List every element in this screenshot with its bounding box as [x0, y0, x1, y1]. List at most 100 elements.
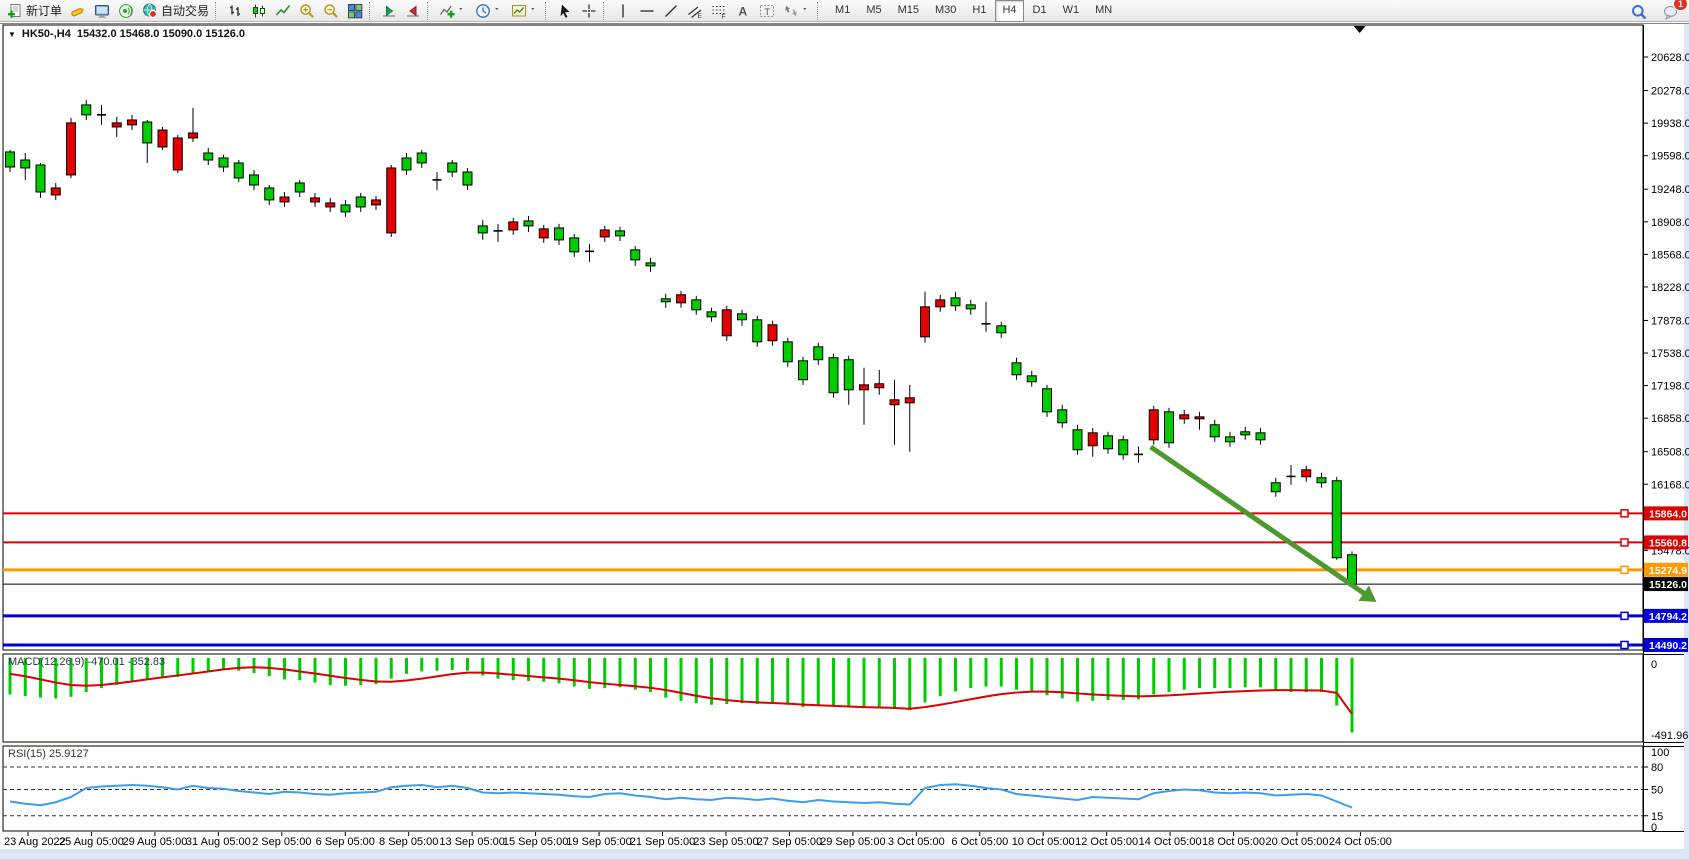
candle-body [860, 385, 869, 390]
time-tick-label: 14 Oct 05:00 [1139, 836, 1202, 848]
price-tag-text: 15274.9 [1649, 565, 1687, 577]
toolbar-separator [369, 2, 375, 20]
candle-body [1317, 478, 1326, 483]
price-tag-text: 14490.2 [1649, 640, 1687, 652]
candle-body [753, 320, 762, 342]
search-button[interactable] [1627, 1, 1651, 23]
hline-icon [639, 3, 655, 19]
new-order-button[interactable]: 新订单 [3, 0, 66, 22]
candle-body [646, 263, 655, 266]
toolbar-right-group: 1 [1627, 1, 1683, 23]
line-handle[interactable] [1621, 566, 1628, 573]
tile-windows-button[interactable] [343, 0, 367, 22]
candle-body [1058, 410, 1067, 423]
time-tick-label: 12 Oct 05:00 [1075, 836, 1138, 848]
clock-icon [475, 3, 491, 19]
time-tick-label: 2 Sep 05:00 [252, 836, 311, 848]
periods-button[interactable] [471, 0, 507, 22]
candle-body [1210, 425, 1219, 437]
monitor-icon [94, 3, 110, 19]
text-label-button[interactable]: T [755, 0, 779, 22]
terminal-window: { "toolbar": { "buttons": [ {"name":"new… [0, 0, 1689, 859]
styles-button[interactable] [66, 0, 90, 22]
time-tick-label: 21 Sep 05:00 [630, 836, 695, 848]
crosshair-icon [581, 3, 597, 19]
timeframe-m5-button[interactable]: M5 [859, 0, 888, 22]
caret-icon [530, 6, 539, 15]
chevron-down-icon[interactable]: ▼ [8, 30, 16, 39]
macd-axis-min: -491.96 [1651, 730, 1688, 742]
candle-body [997, 326, 1006, 333]
price-tag-15864.0: 15864.0 [1644, 506, 1688, 520]
main-toolbar: 新订单 自动交易 EFAT M1M5M15M30H1H4D1W1MN 1 [0, 0, 1689, 22]
time-tick-label: 23 Aug 2022 [4, 836, 66, 848]
candle-body [1180, 415, 1189, 419]
rsi-name: RSI(15) [8, 748, 46, 760]
time-tick-label: 3 Oct 05:00 [888, 836, 945, 848]
cursor-button[interactable] [553, 0, 577, 22]
templates-button[interactable] [507, 0, 543, 22]
timeframe-m15-button[interactable]: M15 [891, 0, 926, 22]
time-tick-label: 23 Sep 05:00 [693, 836, 758, 848]
timeframe-mn-button[interactable]: MN [1088, 0, 1119, 22]
timeframe-w1-button[interactable]: W1 [1056, 0, 1087, 22]
line-handle[interactable] [1621, 612, 1628, 619]
candle-body [738, 314, 747, 320]
trendline-button[interactable] [659, 0, 683, 22]
price-tag-15560.8: 15560.8 [1644, 535, 1688, 549]
price-tick-label: 16508.0 [1651, 447, 1689, 459]
candle-body [311, 198, 320, 202]
timeframe-m1-button[interactable]: M1 [828, 0, 857, 22]
rsi-axis-label: 15 [1651, 811, 1663, 823]
zoom-in-button[interactable] [295, 0, 319, 22]
time-tick-label: 6 Oct 05:00 [951, 836, 1008, 848]
zoom-out-button[interactable] [319, 0, 343, 22]
fibonacci-button[interactable]: F [707, 0, 731, 22]
globe-icon [142, 3, 158, 19]
ohlc-values: 15432.0 15468.0 15090.0 15126.0 [77, 28, 245, 40]
chart-canvas: 20628.020278.019938.019598.019248.018908… [0, 0, 1689, 859]
profiles-button[interactable] [90, 0, 114, 22]
chart-shift-button[interactable] [401, 0, 425, 22]
arrows-button[interactable] [779, 0, 815, 22]
timeframe-m30-button[interactable]: M30 [928, 0, 963, 22]
candle-body [21, 160, 30, 168]
horizontal-line-button[interactable] [635, 0, 659, 22]
caret-icon [802, 6, 811, 15]
rsi-axis-label: 0 [1651, 822, 1657, 834]
new-order-label: 新订单 [26, 2, 62, 19]
crosshair-button[interactable] [577, 0, 601, 22]
bars-icon [227, 3, 243, 19]
line-handle[interactable] [1621, 641, 1628, 648]
price-tick-label: 16168.0 [1651, 479, 1689, 491]
time-tick-label: 29 Aug 05:00 [122, 836, 187, 848]
candle-body [616, 231, 625, 236]
labelT-icon: T [759, 3, 775, 19]
line-handle[interactable] [1621, 510, 1628, 517]
auto-scroll-button[interactable] [377, 0, 401, 22]
broadcast-button[interactable] [114, 0, 138, 22]
notifications-button[interactable]: 1 [1659, 1, 1683, 23]
bar-chart-button[interactable] [223, 0, 247, 22]
time-tick-label: 27 Sep 05:00 [757, 836, 822, 848]
timeframe-h1-button[interactable]: H1 [965, 0, 993, 22]
timeframe-h4-button[interactable]: H4 [995, 0, 1023, 22]
line-handle[interactable] [1621, 539, 1628, 546]
equidistant-channel-button[interactable]: E [683, 0, 707, 22]
candles-icon [251, 3, 267, 19]
vertical-line-button[interactable] [611, 0, 635, 22]
auto-trading-button[interactable]: 自动交易 [138, 0, 213, 22]
macd-pane-label: MACD(12,26,9) -470.01 -352.83 [8, 656, 165, 668]
price-tick-label: 16858.0 [1651, 413, 1689, 425]
price-tick-label: 20278.0 [1651, 86, 1689, 98]
text-button[interactable]: A [731, 0, 755, 22]
candle-chart-button[interactable] [247, 0, 271, 22]
timeframe-d1-button[interactable]: D1 [1026, 0, 1054, 22]
indicators-button[interactable] [435, 0, 471, 22]
channel-icon: E [687, 3, 703, 19]
candle-body [448, 163, 457, 172]
candle-body [112, 123, 121, 127]
time-tick-label: 25 Aug 05:00 [59, 836, 124, 848]
line-chart-button[interactable] [271, 0, 295, 22]
candle-body [1165, 412, 1174, 443]
